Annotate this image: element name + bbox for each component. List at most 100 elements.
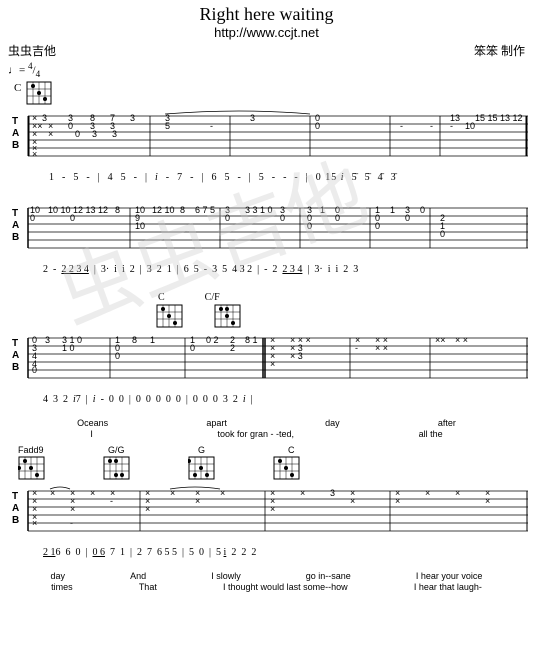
chord-c3-label: C [288, 445, 378, 455]
lyric-oceans: Oceans [77, 418, 108, 428]
svg-text:0: 0 [405, 213, 410, 223]
title-section: Right here waiting http://www.ccjt.net [8, 4, 525, 40]
svg-text:T: T [12, 338, 18, 349]
svg-text:0 2: 0 2 [206, 335, 219, 345]
svg-text:B: B [12, 140, 19, 151]
section-3: C C/F [8, 292, 525, 439]
svg-text:××: ×× [435, 335, 446, 345]
svg-text:A: A [12, 503, 19, 514]
svg-text:A: A [12, 220, 19, 231]
chord-c-label: C [14, 82, 21, 94]
svg-text:×: × [48, 129, 53, 139]
svg-text:1: 1 [150, 335, 155, 345]
svg-text:B: B [12, 362, 19, 373]
chord-gg-diagram [103, 456, 188, 481]
svg-text:0: 0 [225, 213, 230, 223]
section-2: T A B 10 10 10 12 13 12 8 10 12 10 8 6 7 [8, 200, 525, 286]
svg-text:T: T [12, 116, 18, 127]
svg-text:5: 5 [165, 121, 170, 131]
svg-text:× 3: × 3 [290, 351, 303, 361]
lyric-and: And [130, 571, 146, 581]
svg-text:×: × [195, 496, 200, 506]
svg-text:0: 0 [30, 213, 35, 223]
svg-text:×: × [170, 488, 175, 498]
svg-text:2: 2 [230, 343, 235, 353]
chord-c4-diagram [273, 456, 358, 481]
svg-text:0: 0 [315, 121, 320, 131]
lyric-day2: day [51, 571, 66, 581]
lyric-times: times [51, 582, 73, 592]
chord-g-diagram [188, 456, 273, 481]
lyric-islowly: I slowly [211, 571, 241, 581]
right-label: 笨笨 制作 [474, 42, 525, 59]
lyrics-section-3b: I took for gran - -ted, all the [8, 429, 525, 439]
svg-text:0: 0 [440, 229, 445, 239]
lyric-day: day [325, 418, 340, 428]
svg-text:× ×: × × [455, 335, 468, 345]
svg-text:3: 3 [130, 113, 135, 123]
svg-text:3: 3 [42, 113, 47, 123]
chord-fadd9-diagram [18, 456, 103, 481]
chord-cf-diagram [214, 304, 242, 329]
svg-text:B: B [12, 232, 19, 243]
numbers-line-2: 2 - 2 2 3 4 | 3· i i 2 | 3 2 1 | 6 5 - 3… [8, 253, 525, 286]
numbers-line-3: 4 3 2 i7 | i - 0 0 | 0 0 0 0 0 | 0 0 0 3… [8, 383, 525, 416]
page-title: Right here waiting [8, 4, 525, 25]
section-1: C T A B [8, 80, 525, 194]
svg-text:6 7 5: 6 7 5 [195, 205, 215, 215]
svg-text:A: A [12, 128, 19, 139]
svg-text:3 3 1 0: 3 3 1 0 [245, 205, 273, 215]
tab-staff-3: T A B 0 3 3 1 0 1 8 1 1 0 [10, 330, 529, 382]
svg-text:×: × [270, 504, 275, 514]
svg-text:×: × [90, 488, 95, 498]
svg-text:0: 0 [70, 213, 75, 223]
tab-staff-4: T A B × × × × × × × × × × × 3 [10, 483, 529, 535]
chord-c2-label: C [158, 292, 165, 303]
numbers-line-1: 1 - 5 - | 4 5 - | i - 7 - | 6 5 - | 5 - … [8, 161, 525, 194]
tab-staff-1: T A B × 3 3 8 7 3 [10, 108, 529, 160]
chord-c2-diagram [156, 304, 184, 329]
svg-text:×: × [455, 488, 460, 498]
svg-text:-: - [110, 496, 113, 506]
svg-text:0: 0 [375, 221, 380, 231]
lyric-tookforgran: took for gran - -ted, [217, 429, 294, 439]
page: Right here waiting http://www.ccjt.net 虫… [0, 0, 533, 650]
svg-text:0: 0 [420, 205, 425, 215]
svg-text:-: - [450, 121, 453, 131]
svg-text:1: 1 [390, 205, 395, 215]
tab-staff-2: T A B 10 10 10 12 13 12 8 10 12 10 8 6 7 [10, 200, 529, 252]
svg-text:-: - [430, 121, 433, 131]
svg-text:×: × [425, 488, 430, 498]
chord-g-label: G [198, 445, 288, 455]
svg-text:×: × [220, 488, 225, 498]
chord-fadd9-label: Fadd9 [18, 445, 108, 455]
lyric-that: That [139, 582, 157, 592]
svg-text:×: × [32, 149, 37, 159]
lyric-ihearyourvoice: I hear your voice [416, 571, 483, 581]
svg-text:-: - [210, 121, 213, 131]
svg-text:12: 12 [98, 205, 108, 215]
svg-text:T: T [12, 491, 18, 502]
tempo: ♩= 4/4 [8, 61, 525, 79]
lyric-after: after [438, 418, 456, 428]
svg-text:-: - [70, 518, 73, 528]
svg-text:8 1: 8 1 [245, 335, 258, 345]
svg-text:A: A [12, 350, 19, 361]
lyric-apart: apart [206, 418, 227, 428]
svg-text:× ×: × × [375, 343, 388, 353]
svg-text:15 15 13 12: 15 15 13 12 [475, 113, 523, 123]
lyric-ithought: I thought would last some--how [223, 582, 348, 592]
chord-c-diagram [25, 80, 53, 108]
lyrics-section-3: Oceans apart day after [8, 417, 525, 429]
svg-text:8: 8 [180, 205, 185, 215]
svg-text:3: 3 [330, 488, 335, 498]
svg-text:3: 3 [112, 129, 117, 139]
chord-gg-label: G/G [108, 445, 198, 455]
svg-text:0: 0 [280, 213, 285, 223]
svg-text:×: × [270, 359, 275, 369]
svg-text:0: 0 [307, 221, 312, 231]
svg-text:×: × [300, 488, 305, 498]
svg-text:8: 8 [132, 335, 137, 345]
svg-text:0: 0 [32, 365, 37, 375]
left-label: 虫虫吉他 [8, 42, 56, 59]
